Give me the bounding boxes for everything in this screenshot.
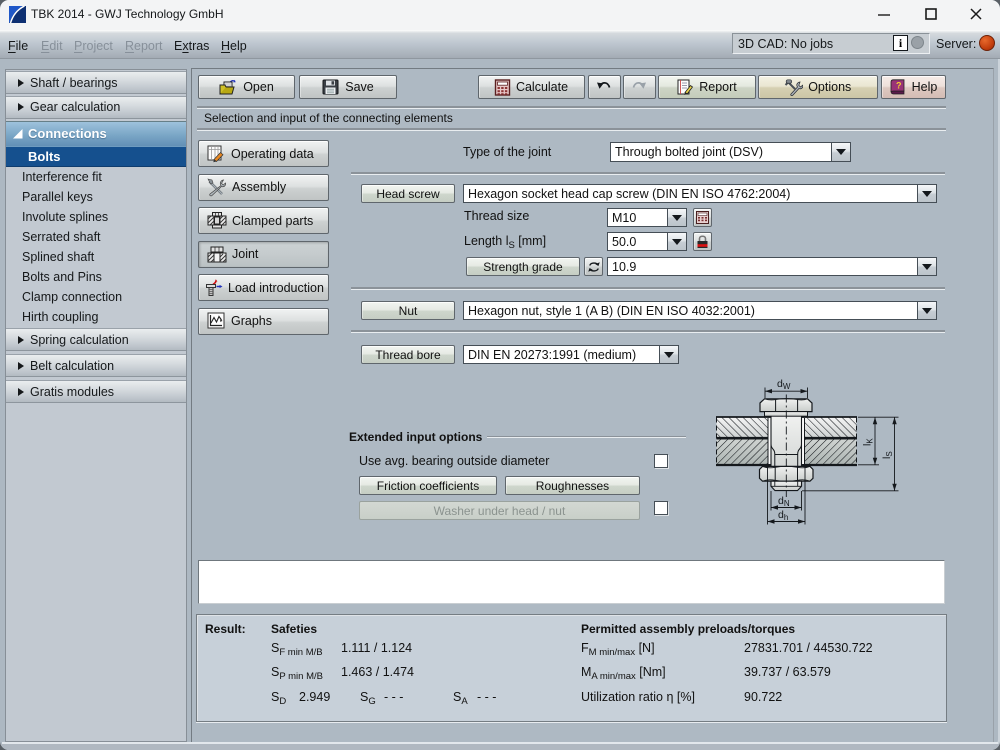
svg-text:?: ? [896,81,902,91]
svg-text:dh: dh [778,509,788,522]
svg-text:lS: lS [881,451,894,459]
svg-text:dW: dW [777,378,791,391]
svg-text:lK: lK [862,438,875,446]
svg-text:dN: dN [778,495,790,508]
